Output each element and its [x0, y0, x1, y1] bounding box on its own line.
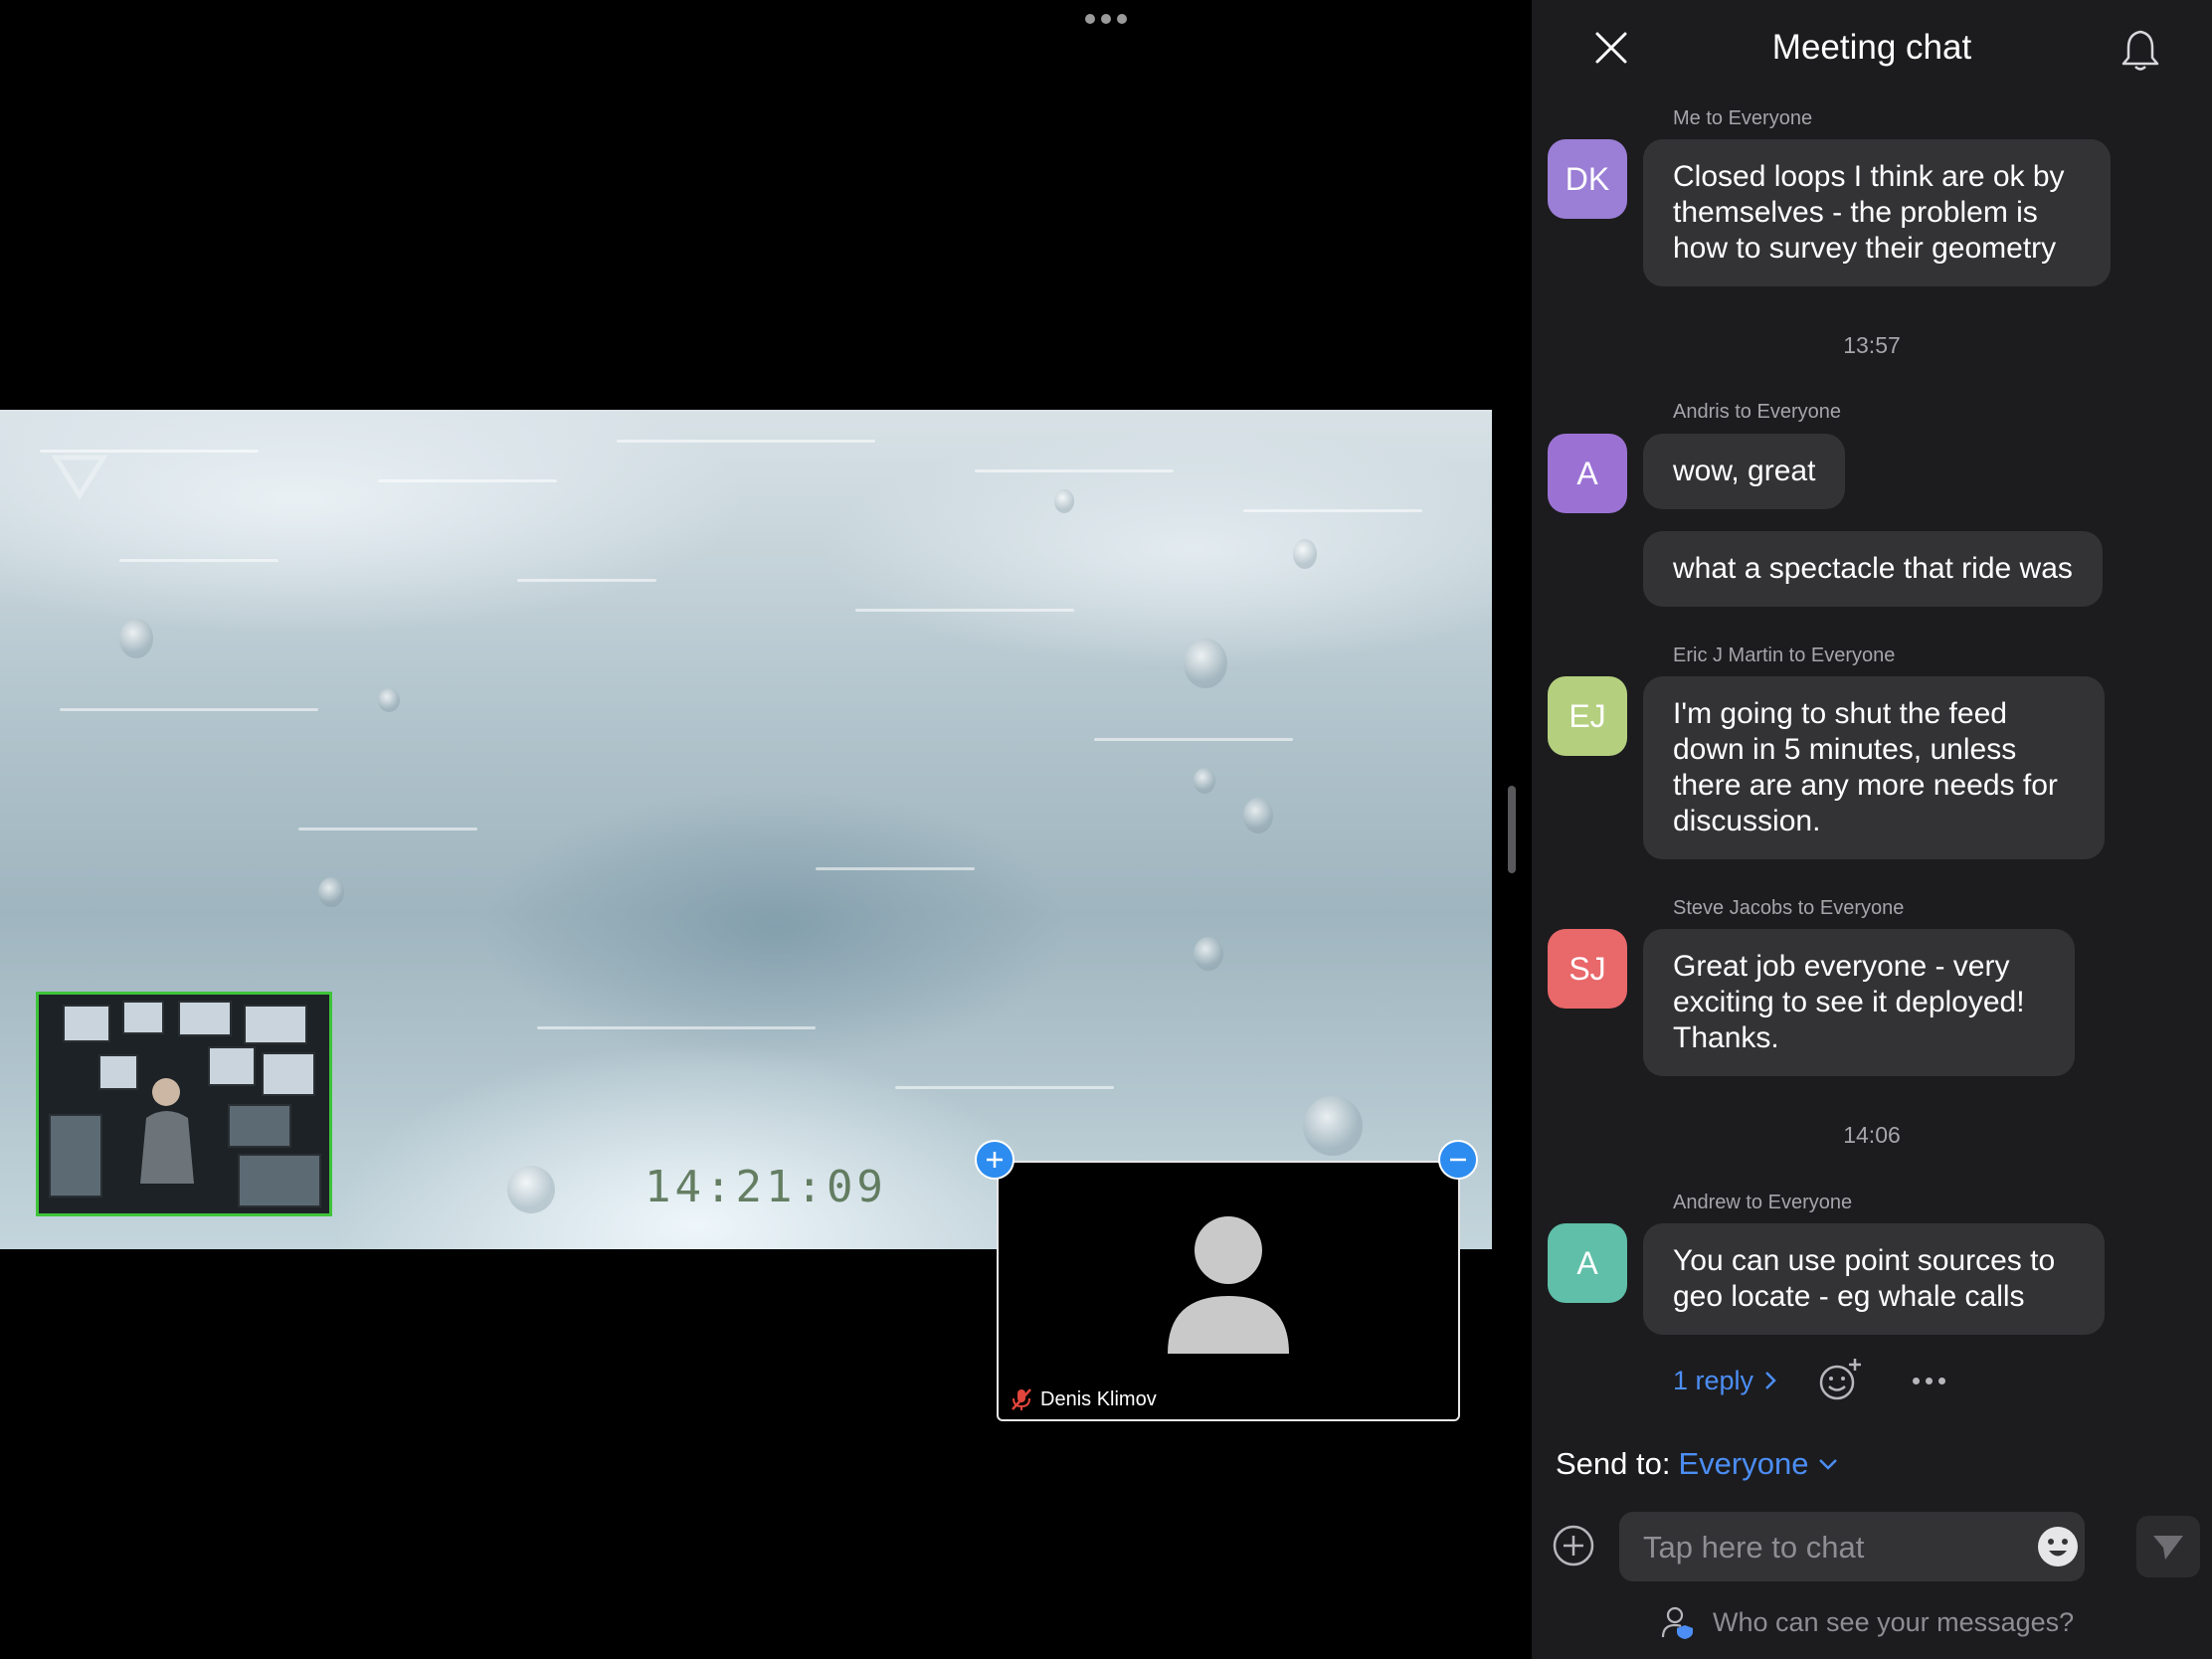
message-bubble[interactable]: Great job everyone - very exciting to se…: [1643, 929, 2075, 1076]
message-bubble[interactable]: Closed loops I think are ok by themselve…: [1643, 139, 2111, 286]
self-view-video[interactable]: [36, 992, 332, 1216]
message-visibility-info[interactable]: Who can see your messages?: [1661, 1605, 2074, 1639]
message-sender: Eric J Martin to Everyone: [1673, 645, 1896, 666]
resize-drag-handle[interactable]: [1508, 786, 1516, 873]
watermark-logo-icon: [52, 455, 107, 499]
message-sender: Andris to Everyone: [1673, 401, 1841, 423]
send-button[interactable]: [2136, 1516, 2200, 1577]
person-in-video: [140, 1078, 194, 1184]
chat-input-row: [1532, 1510, 2212, 1583]
more-horizontal-icon[interactable]: [1913, 1371, 1952, 1390]
participant-name: Denis Klimov: [1040, 1387, 1157, 1410]
message-bubble[interactable]: what a spectacle that ride was: [1643, 531, 2103, 607]
send-to-label: Send to:: [1556, 1446, 1671, 1481]
participant-tile[interactable]: Denis Klimov: [997, 1161, 1460, 1421]
message-timestamp: 14:06: [1843, 1122, 1901, 1148]
participant-name-row: Denis Klimov: [1011, 1387, 1157, 1411]
chat-title: Meeting chat: [1771, 28, 1972, 67]
message-sender: Me to Everyone: [1673, 107, 1813, 129]
send-to-value: Everyone: [1678, 1446, 1809, 1481]
mic-off-icon: [1012, 1388, 1031, 1410]
message-bubble[interactable]: I'm going to shut the feed down in 5 min…: [1643, 676, 2105, 859]
message-bubble[interactable]: You can use point sources to geo locate …: [1643, 1223, 2105, 1335]
emoji-icon[interactable]: [2037, 1526, 2079, 1567]
video-area: 14:21:09 Denis Klimov: [0, 0, 1492, 1659]
chevron-down-icon: [1819, 1459, 1838, 1470]
visibility-text: Who can see your messages?: [1713, 1606, 2075, 1637]
avatar: SJ: [1548, 929, 1627, 1009]
chat-header: Meeting chat: [1532, 0, 2212, 99]
add-reaction-icon[interactable]: [1817, 1357, 1865, 1404]
add-circle-icon[interactable]: [1552, 1524, 1595, 1567]
bell-icon[interactable]: [2120, 28, 2160, 72]
user-shield-icon: [1661, 1606, 1693, 1639]
message-sender: Steve Jacobs to Everyone: [1673, 897, 1905, 919]
avatar: EJ: [1548, 676, 1627, 756]
send-icon: [2153, 1536, 2183, 1560]
enlarge-tile-button[interactable]: [975, 1140, 1014, 1180]
minimize-tile-button[interactable]: [1438, 1140, 1478, 1180]
send-to-row: Send to: Everyone: [1556, 1446, 1838, 1482]
reply-count: 1 reply: [1673, 1365, 1754, 1395]
send-to-recipient-select[interactable]: Everyone: [1678, 1446, 1838, 1482]
plus-icon: [987, 1152, 1003, 1168]
more-options-icon[interactable]: [1076, 6, 1136, 32]
minus-icon: [1450, 1158, 1466, 1162]
avatar: A: [1548, 434, 1627, 513]
chat-input[interactable]: [1641, 1512, 2023, 1583]
chevron-right-icon: [1765, 1372, 1776, 1389]
chat-input-container: [1619, 1512, 2085, 1583]
video-timestamp-overlay: 14:21:09: [645, 1162, 887, 1212]
chat-panel: Meeting chat Me to Everyone DK Closed lo…: [1532, 0, 2212, 1659]
message-bubble[interactable]: wow, great: [1643, 434, 1846, 509]
avatar: DK: [1548, 139, 1627, 219]
message-actions-row: 1 reply: [1673, 1357, 1952, 1404]
person-placeholder-icon: [1168, 1216, 1289, 1354]
message-sender: Andrew to Everyone: [1673, 1192, 1853, 1213]
message-timestamp: 13:57: [1843, 332, 1901, 358]
avatar: A: [1548, 1223, 1627, 1303]
reply-thread-link[interactable]: 1 reply: [1673, 1366, 1777, 1396]
